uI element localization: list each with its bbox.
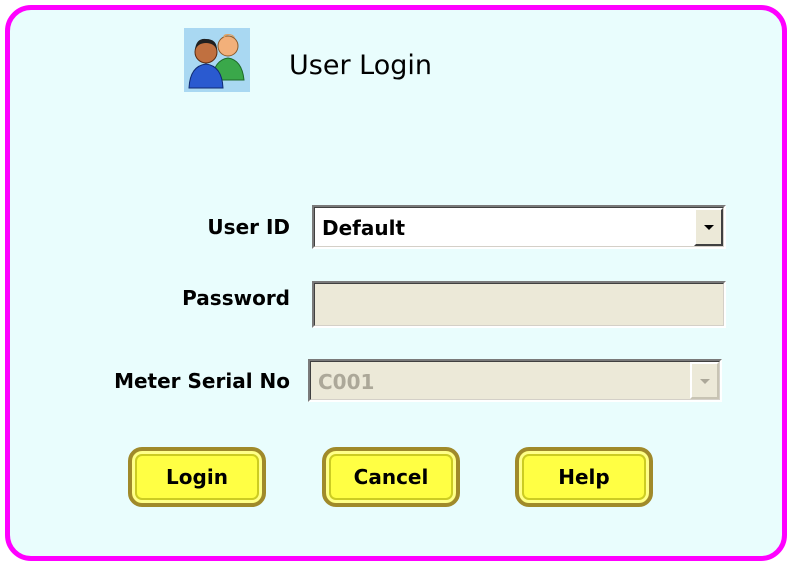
login-button[interactable]: Login	[128, 447, 266, 507]
login-window: User Login User ID Default Password Mete…	[0, 0, 789, 561]
chevron-down-icon	[703, 225, 714, 230]
meter-serial-label: Meter Serial No	[114, 369, 290, 393]
chevron-down-icon	[699, 378, 710, 384]
user-id-value: Default	[322, 216, 406, 240]
user-id-dropdown[interactable]: Default	[312, 205, 726, 249]
meter-serial-dropdown[interactable]: C001	[308, 359, 722, 402]
password-label: Password	[182, 286, 290, 310]
meter-serial-dropdown-button	[690, 362, 719, 399]
meter-serial-value: C001	[318, 370, 375, 394]
password-field[interactable]	[312, 281, 726, 328]
user-id-dropdown-button[interactable]	[694, 208, 723, 246]
cancel-button[interactable]: Cancel	[322, 447, 460, 507]
help-button[interactable]: Help	[515, 447, 653, 507]
users-icon	[184, 28, 250, 92]
dialog-title: User Login	[289, 50, 432, 81]
user-id-label: User ID	[207, 215, 290, 239]
